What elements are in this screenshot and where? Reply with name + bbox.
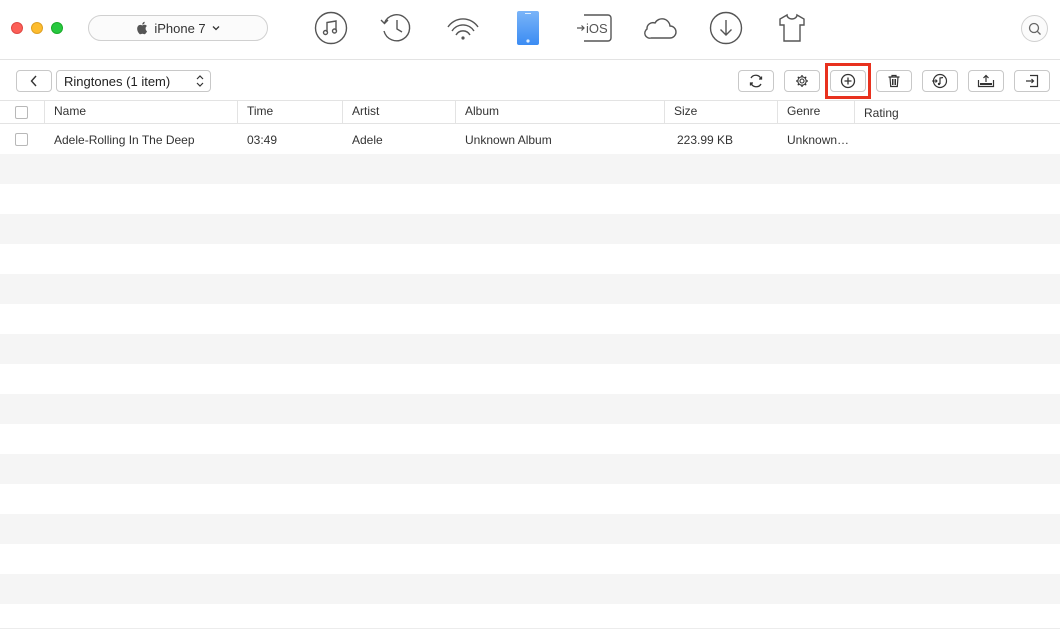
device-manager-icon[interactable] bbox=[510, 10, 546, 46]
empty-row bbox=[0, 244, 1060, 274]
cell-album: Unknown Album bbox=[465, 133, 552, 147]
svg-text:iOS: iOS bbox=[586, 21, 608, 36]
row-checkbox[interactable] bbox=[15, 133, 28, 146]
select-all-checkbox[interactable] bbox=[15, 106, 28, 119]
gear-icon bbox=[796, 75, 808, 87]
toolkit-shirt-icon[interactable] bbox=[774, 10, 810, 46]
empty-row bbox=[0, 154, 1060, 184]
content-toolbar: Ringtones (1 item) bbox=[0, 61, 1060, 100]
empty-row bbox=[0, 604, 1060, 629]
highlight-box bbox=[825, 63, 871, 99]
empty-row bbox=[0, 424, 1060, 454]
device-selector[interactable]: iPhone 7 bbox=[88, 15, 268, 41]
category-label: Ringtones (1 item) bbox=[64, 73, 171, 89]
audio-manager-icon[interactable] bbox=[313, 10, 349, 46]
search-button[interactable] bbox=[1021, 15, 1048, 42]
music-export-icon bbox=[932, 73, 948, 89]
table-row[interactable]: Adele-Rolling In The Deep 03:49 Adele Un… bbox=[0, 124, 1060, 154]
title-bar: iPhone 7 iOS bbox=[0, 0, 1060, 60]
cell-name: Adele-Rolling In The Deep bbox=[54, 133, 195, 147]
wifi-connect-icon[interactable] bbox=[445, 10, 481, 46]
maximize-window-button[interactable] bbox=[51, 22, 63, 34]
minimize-window-button[interactable] bbox=[31, 22, 43, 34]
empty-row bbox=[0, 514, 1060, 544]
empty-row bbox=[0, 184, 1060, 214]
empty-row bbox=[0, 334, 1060, 364]
empty-row bbox=[0, 304, 1060, 334]
import-icon bbox=[1026, 74, 1039, 88]
empty-row bbox=[0, 274, 1060, 304]
cell-genre: Unknown… bbox=[787, 133, 850, 147]
device-name: iPhone 7 bbox=[154, 20, 206, 36]
settings-button[interactable] bbox=[784, 70, 820, 92]
apple-icon bbox=[136, 21, 148, 35]
cell-rating bbox=[864, 124, 1054, 154]
trash-icon bbox=[888, 74, 900, 88]
category-dropdown[interactable]: Ringtones (1 item) bbox=[56, 70, 211, 92]
icloud-icon[interactable] bbox=[642, 10, 678, 46]
empty-row bbox=[0, 544, 1060, 574]
cell-artist: Adele bbox=[352, 133, 383, 147]
empty-row bbox=[0, 484, 1060, 514]
updown-chevron-icon bbox=[196, 74, 204, 91]
empty-row bbox=[0, 364, 1060, 394]
ios-mover-icon[interactable]: iOS bbox=[576, 10, 612, 46]
column-header-name[interactable]: Name bbox=[44, 101, 238, 124]
cell-time: 03:49 bbox=[247, 133, 278, 147]
column-header-time[interactable]: Time bbox=[237, 101, 343, 124]
close-window-button[interactable] bbox=[11, 22, 23, 34]
send-to-itunes-button[interactable] bbox=[922, 70, 958, 92]
column-header-size[interactable]: Size bbox=[664, 101, 778, 124]
table-body: Adele-Rolling In The Deep 03:49 Adele Un… bbox=[0, 124, 1060, 635]
chevron-down-icon bbox=[212, 25, 220, 31]
column-header-album[interactable]: Album bbox=[455, 101, 665, 124]
empty-row bbox=[0, 574, 1060, 604]
search-icon bbox=[1028, 22, 1041, 35]
refresh-icon bbox=[749, 74, 763, 88]
empty-row bbox=[0, 214, 1060, 244]
chevron-left-icon bbox=[30, 75, 37, 87]
empty-row bbox=[0, 394, 1060, 424]
column-header-artist[interactable]: Artist bbox=[342, 101, 456, 124]
send-to-computer-button[interactable] bbox=[968, 70, 1004, 92]
history-backup-icon[interactable] bbox=[378, 10, 414, 46]
empty-row bbox=[0, 454, 1060, 484]
cell-size: 223.99 KB bbox=[677, 133, 734, 147]
download-icon[interactable] bbox=[708, 10, 744, 46]
column-header-rating[interactable]: Rating bbox=[854, 101, 1060, 124]
back-button[interactable] bbox=[16, 70, 52, 92]
upload-tray-icon bbox=[977, 74, 995, 88]
table-header: Name Time Artist Album Size Genre Rating bbox=[0, 100, 1060, 124]
column-header-genre[interactable]: Genre bbox=[777, 101, 855, 124]
send-to-device-button[interactable] bbox=[1014, 70, 1050, 92]
delete-button[interactable] bbox=[876, 70, 912, 92]
refresh-button[interactable] bbox=[738, 70, 774, 92]
